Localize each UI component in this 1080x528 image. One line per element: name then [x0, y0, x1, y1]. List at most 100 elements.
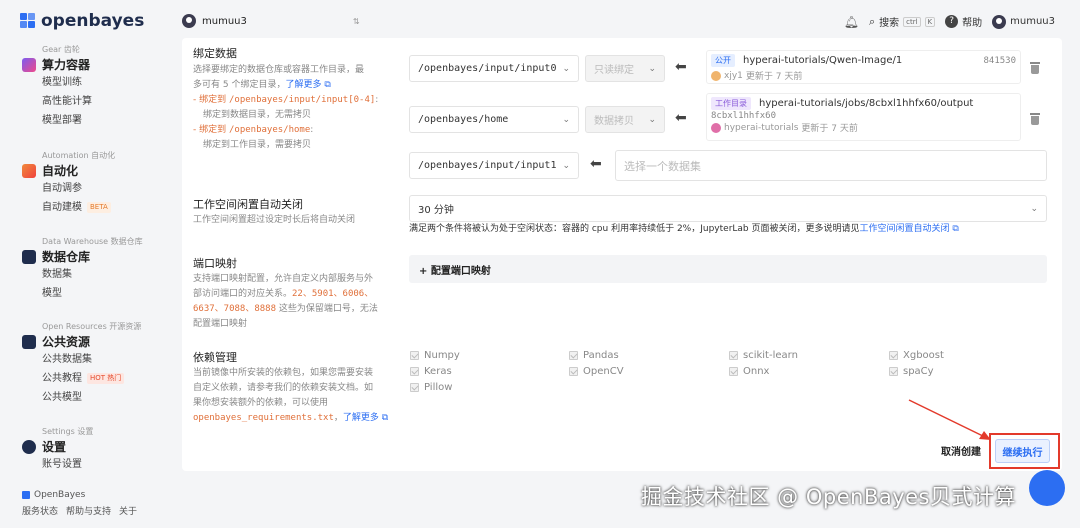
chevron-down-icon: ⌄ — [648, 63, 656, 74]
binding-desc: 选择要绑定的数据仓库或容器工作目录，最 多可有 5 个绑定目录，了解更多 ⧉ -… — [193, 65, 379, 150]
deps-learn-more-link[interactable]: 了解更多 — [343, 413, 379, 423]
checkbox-checked-disabled — [410, 383, 419, 392]
delete-icon[interactable] — [1030, 62, 1040, 74]
checkbox-checked-disabled — [889, 367, 898, 376]
bind-path-select[interactable]: /openbayes/input/input1 ⌄ — [409, 152, 579, 179]
sidebar-section-title[interactable]: 数据仓库 — [22, 248, 143, 265]
footer-link-status[interactable]: 服务状态 — [22, 504, 58, 517]
idle-note: 满足两个条件将被认为处于空闲状态：容器的 cpu 利用率持续低于 2%，Jupy… — [409, 224, 959, 234]
section-subtitle: Gear 齿轮 — [42, 45, 80, 54]
sidebar-item-models[interactable]: 模型 — [42, 284, 143, 303]
dep-pandas: Pandas — [569, 350, 619, 361]
sidebar-item-datasets[interactable]: 数据集 — [42, 265, 143, 284]
annotation-arrow-icon — [908, 399, 991, 440]
openbayes-small-icon — [22, 491, 30, 499]
idle-desc: 工作空间闲置超过设定时长后将自动关闭 — [193, 215, 356, 225]
checkbox-checked-disabled — [889, 351, 898, 360]
bound-dataset-card[interactable]: 公开 hyperai-tutorials/Qwen-Image/1 841530… — [706, 50, 1021, 84]
sidebar-item-model-deploy[interactable]: 模型部署 — [42, 111, 92, 130]
search-button[interactable]: ⌕ 搜索 ctrl K — [869, 14, 936, 29]
chevron-down-icon: ⌄ — [562, 160, 570, 171]
dep-xgboost: Xgboost — [889, 350, 944, 361]
section-subtitle: Data Warehouse 数据仓库 — [42, 237, 143, 246]
deps-title: 依赖管理 — [193, 351, 237, 364]
binding-title: 绑定数据 — [193, 47, 237, 60]
add-port-mapping-button[interactable]: + 配置端口映射 — [409, 255, 1047, 283]
deps-desc: 当前镜像中所安装的依赖包，如果您需要安装 自定义依赖，请参考我们的依赖安装文档。… — [193, 368, 389, 423]
job-hash: 8cbxl1hhfx60 — [711, 111, 777, 121]
sidebar-item-auto-tuning[interactable]: 自动调参 — [42, 179, 115, 198]
sidebar-section-gear: Gear 齿轮 算力容器 模型训练 高性能计算 模型部署 — [22, 44, 92, 130]
kbd-k: K — [924, 16, 936, 27]
bell-icon[interactable]: 🔔︎ — [844, 15, 859, 29]
checkbox-checked-disabled — [729, 367, 738, 376]
sidebar-item-model-training[interactable]: 模型训练 — [42, 73, 92, 92]
bind-mode-select: 只读绑定 ⌄ — [585, 55, 665, 82]
dataset-hash: 841530 — [983, 55, 1016, 66]
help-icon: ? — [945, 15, 959, 28]
binding-learn-more-link[interactable]: 了解更多 — [285, 80, 321, 90]
workspace-user-select[interactable]: mumuu3 ⇅ — [182, 14, 360, 28]
bind-path-select[interactable]: /openbayes/input/input0 ⌄ — [409, 55, 579, 82]
continue-button[interactable]: 继续执行 — [995, 439, 1050, 463]
sidebar-item-auto-modeling[interactable]: 自动建模 BETA — [42, 198, 115, 217]
gear-icon — [22, 57, 36, 72]
dep-numpy: Numpy — [410, 350, 460, 361]
dep-keras: Keras — [410, 366, 452, 377]
sidebar: openbayes Gear 齿轮 算力容器 模型训练 高性能计算 模型部署 A… — [0, 0, 170, 528]
checkbox-checked-disabled — [569, 367, 578, 376]
database-icon — [22, 249, 36, 264]
sidebar-section-automation: Automation 自动化 自动化 自动调参 自动建模 BETA — [22, 150, 115, 217]
openbayes-logo-icon — [20, 13, 36, 29]
dataset-select-input[interactable]: 选择一个数据集 — [615, 150, 1047, 181]
chat-support-icon[interactable] — [1029, 470, 1065, 506]
footer-link-about[interactable]: 关于 — [119, 504, 137, 517]
sidebar-item-public-tutorials[interactable]: 公共教程 HOT 热门 — [42, 369, 141, 388]
avatar — [182, 14, 196, 28]
updown-chevron-icon: ⇅ — [352, 16, 360, 26]
idle-timeout-select[interactable]: 30 分钟 ⌄ — [409, 195, 1047, 222]
section-subtitle: Settings 设置 — [42, 427, 94, 436]
checkbox-checked-disabled — [569, 351, 578, 360]
idle-title: 工作空间闲置自动关闭 — [193, 198, 303, 211]
sidebar-item-account-settings[interactable]: 账号设置 — [42, 455, 93, 474]
help-button[interactable]: ? 帮助 — [945, 14, 982, 29]
sidebar-item-public-models[interactable]: 公共模型 — [42, 388, 141, 407]
arrow-left-icon: ⬅ — [675, 59, 687, 75]
arrow-left-icon: ⬅ — [590, 156, 602, 172]
section-subtitle: Automation 自动化 — [42, 151, 116, 160]
bound-workdir-card[interactable]: 工作目录 hyperai-tutorials/jobs/8cbxl1hhfx60… — [706, 93, 1021, 141]
chevron-down-icon: ⌄ — [562, 63, 570, 74]
sidebar-section-title[interactable]: 公共资源 — [22, 333, 141, 350]
sidebar-section-settings: Settings 设置 设置 账号设置 — [22, 426, 93, 474]
hot-badge: HOT 热门 — [87, 373, 125, 384]
delete-icon[interactable] — [1030, 113, 1040, 125]
job-output-name: hyperai-tutorials/jobs/8cbxl1hhfx60/outp… — [759, 98, 974, 109]
dataset-name: hyperai-tutorials/Qwen-Image/1 — [743, 55, 903, 66]
brand-logo[interactable]: openbayes — [20, 11, 144, 31]
checkbox-checked-disabled — [729, 351, 738, 360]
external-link-icon: ⧉ — [949, 224, 959, 234]
footer-link-help[interactable]: 帮助与支持 — [66, 504, 111, 517]
ports-desc: 支持端口映射配置，允许自定义内部服务与外 部访问端口的对应关系。22、5901、… — [193, 274, 378, 329]
watermark: 掘金技术社区 @ OpenBayes贝式计算 — [641, 485, 1017, 509]
chevron-down-icon: ⌄ — [1030, 203, 1038, 214]
dep-opencv: OpenCV — [569, 366, 624, 377]
cancel-create-button[interactable]: 取消创建 — [941, 443, 981, 458]
user-menu[interactable]: mumuu3 — [992, 14, 1055, 29]
sidebar-item-public-datasets[interactable]: 公共数据集 — [42, 350, 141, 369]
brand-name: openbayes — [41, 11, 145, 31]
sidebar-section-title[interactable]: 设置 — [22, 438, 93, 455]
beta-badge: BETA — [87, 202, 111, 213]
sidebar-section-title[interactable]: 算力容器 — [22, 56, 92, 73]
sidebar-footer: OpenBayes 服务状态 帮助与支持 关于 — [22, 490, 137, 517]
checkbox-checked-disabled — [410, 367, 419, 376]
sidebar-item-hpc[interactable]: 高性能计算 — [42, 92, 92, 111]
workdir-tag: 工作目录 — [711, 97, 751, 110]
sidebar-section-resources: Open Resources 开源资源 公共资源 公共数据集 公共教程 HOT … — [22, 321, 141, 407]
bind-path-select[interactable]: /openbayes/home ⌄ — [409, 106, 579, 133]
sidebar-section-title[interactable]: 自动化 — [22, 162, 115, 179]
idle-doc-link[interactable]: 工作空间闲置自动关闭 — [860, 224, 950, 234]
resources-icon — [22, 334, 36, 349]
sidebar-section-warehouse: Data Warehouse 数据仓库 数据仓库 数据集 模型 — [22, 236, 143, 303]
